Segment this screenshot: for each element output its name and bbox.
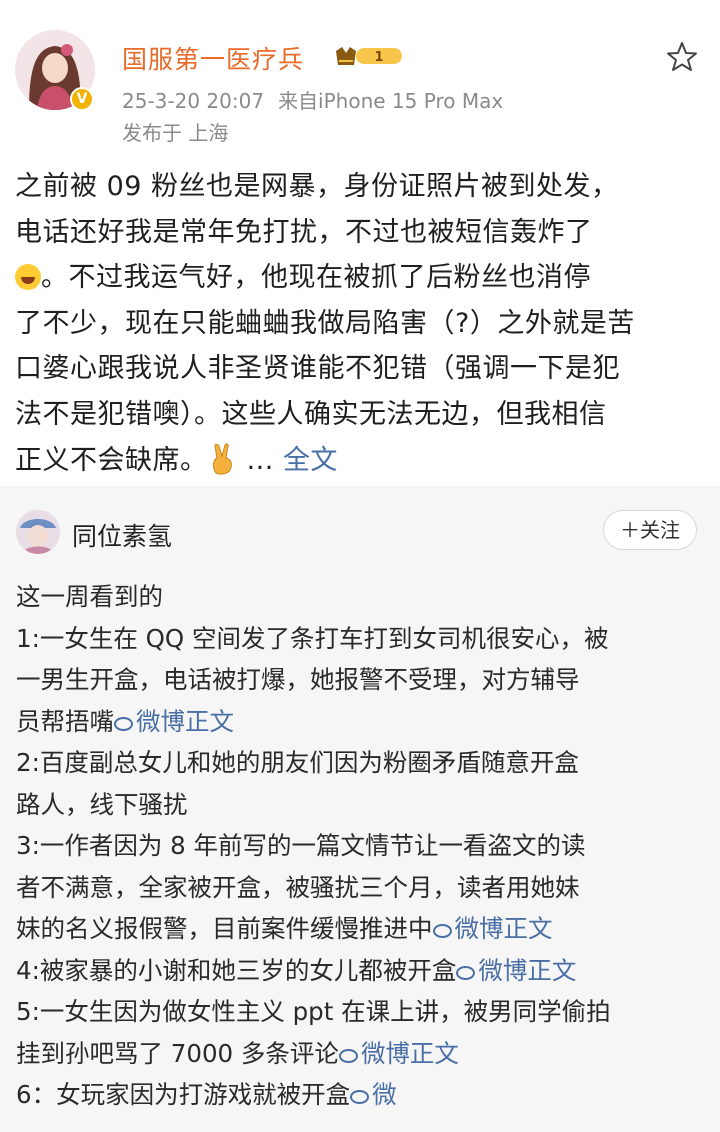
post-meta: 25-3-20 20:07 来自iPhone 15 Pro Max	[122, 85, 517, 114]
ellipsis: ...	[246, 444, 274, 476]
weibo-link-icon	[338, 1048, 358, 1063]
weibo-link-icon	[350, 1090, 370, 1104]
list-item-line: 1:一女生在 QQ 空间发了条打车打到女司机很安心，被	[16, 623, 609, 653]
victory-hand-emoji-icon	[212, 442, 232, 475]
main-post: V 国服第一医疗兵 1 25-3-20 20:07 来自iPhone 15 Pro…	[0, 0, 720, 486]
verified-badge-icon: V	[70, 87, 94, 111]
list-item-line: 5:一女生因为做女性主义 ppt 在课上讲，被男同学偷拍	[16, 997, 611, 1026]
list-item-line: 妹的名义报假警，目前案件缓慢推进中 微博正文	[16, 914, 553, 943]
post-body-line: 了不少，现在只能蛐蛐我做局陷害（?）之外就是苦	[15, 307, 635, 339]
star-icon[interactable]	[665, 40, 699, 74]
list-item-line: 员帮捂嘴 微博正文	[16, 706, 234, 736]
repost-username[interactable]: 同位素氢	[72, 517, 172, 553]
full-text-link[interactable]: 全文	[283, 445, 338, 476]
post-timestamp: 25-3-20 20:07	[122, 89, 265, 113]
weibo-post-screen: V 国服第一医疗兵 1 25-3-20 20:07 来自iPhone 15 Pro…	[0, 0, 720, 1132]
list-item-line: 4:被家暴的小谢和她三岁的女儿都被开盒 微博正文	[16, 955, 577, 985]
list-item-line: 一男生开盒，电话被打爆，她报警不受理，对方辅导	[16, 665, 580, 694]
weibo-link-icon	[432, 924, 452, 938]
post-body-line: 电话还好我是常年免打扰，不过也被短信轰炸了	[15, 216, 593, 248]
list-item-line: 挂到孙吧骂了 7000 多条评论 微博正文	[16, 1038, 459, 1068]
list-item-line: 路人，线下骚扰	[16, 789, 188, 819]
level-badge-number: 1	[374, 50, 383, 65]
weibo-text-link[interactable]: 微博正文	[338, 1039, 459, 1068]
post-body-line: 之前被 09 粉丝也是网暴，身份证照片被到处发，	[15, 171, 619, 202]
follow-button[interactable]: ＋关注	[603, 510, 697, 550]
repost-body: 这一周看到的 1:一女生在 QQ 空间发了条打车打到女司机很安心，被 一男生开盒…	[16, 576, 708, 1116]
laugh-emoji-icon	[15, 264, 41, 291]
list-item-line: 者不满意，全家被开盒，被骚扰三个月，读者用她妹	[16, 872, 580, 902]
post-body-line: 口婆心跟我说人非圣贤谁能不犯错（强调一下是犯	[15, 353, 620, 385]
post-body-line: 法不是犯错噢）。这些人确实无法无边，但我相信	[15, 398, 607, 430]
weibo-link-icon	[114, 716, 133, 731]
weibo-text-link[interactable]: 微	[350, 1080, 397, 1109]
post-body: 之前被 09 粉丝也是网暴，身份证照片被到处发， 电话还好我是常年免打扰，不过也…	[15, 164, 707, 483]
list-item-line: 3:一作者因为 8 年前写的一篇文情节让一看盗文的读	[16, 831, 586, 860]
level-badge-icon: 1	[336, 47, 402, 65]
weibo-text-link[interactable]: 微博正文	[432, 914, 553, 943]
weibo-link-icon	[456, 965, 476, 980]
fade-overlay	[440, 1066, 560, 1110]
post-username[interactable]: 国服第一医疗兵	[122, 40, 304, 76]
post-source: 来自iPhone 15 Pro Max	[278, 89, 504, 113]
post-body-line: 。不过我运气好，他现在被抓了后粉丝也消停	[15, 255, 707, 301]
list-item-line: 6：女玩家因为打游戏就被开盒微	[16, 1080, 397, 1109]
post-body-line: 正义不会缺席。 ... 全文	[15, 442, 338, 476]
repost-avatar[interactable]	[16, 510, 60, 554]
list-item-line: 2:百度副总女儿和她的朋友们因为粉圈矛盾随意开盒	[16, 748, 579, 777]
repost-intro: 这一周看到的	[16, 582, 163, 611]
repost-card: 同位素氢 ＋关注 这一周看到的 1:一女生在 QQ 空间发了条打车打到女司机很安…	[0, 486, 720, 1132]
weibo-text-link[interactable]: 微博正文	[456, 956, 576, 985]
weibo-text-link[interactable]: 微博正文	[114, 707, 234, 736]
post-location: 发布于 上海	[122, 121, 229, 145]
